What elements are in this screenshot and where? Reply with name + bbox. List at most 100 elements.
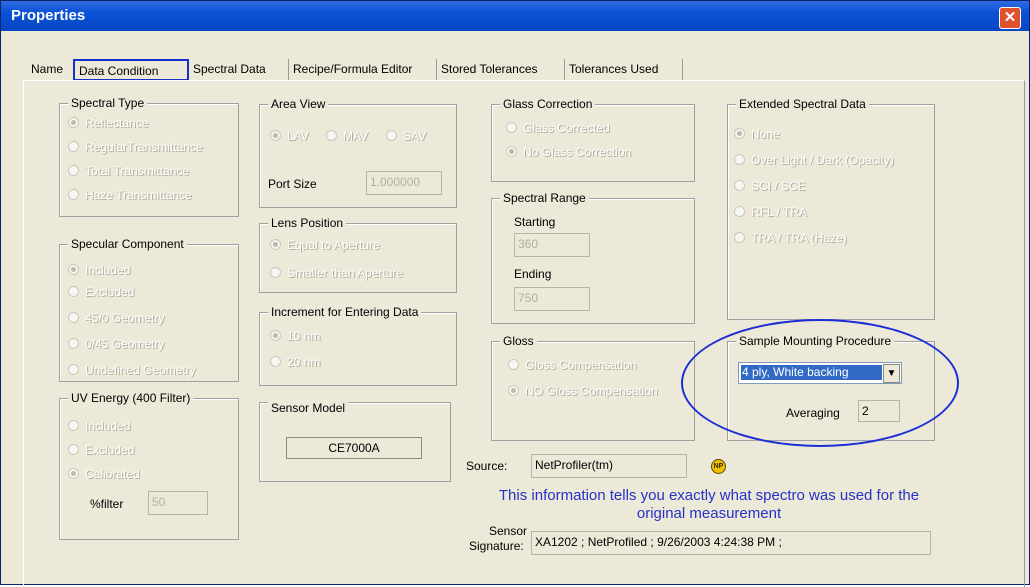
tab-spectral-data[interactable]: Spectral Data <box>189 59 289 81</box>
option-label: SAV <box>403 129 427 143</box>
netprofiler-icon[interactable]: NP <box>711 459 726 474</box>
averaging-input[interactable]: 2 <box>858 400 900 422</box>
option-label: 20 nm <box>287 355 321 369</box>
option-label: TRA / TRA (Haze) <box>751 231 847 245</box>
annotation-note: This information tells you exactly what … <box>498 487 920 522</box>
radio-icon <box>68 444 79 455</box>
glass-correction-group: Glass Correction Glass Corrected No Glas… <box>491 97 695 182</box>
radio-sci-sce[interactable]: SCI / SCE <box>734 179 806 193</box>
increment-group: Increment for Entering Data 10 nm 20 nm <box>259 305 457 386</box>
option-label: Undefined Geometry <box>85 363 196 377</box>
sensor-model-value: CE7000A <box>286 437 422 459</box>
radio-undefined-geometry[interactable]: Undefined Geometry <box>68 363 196 377</box>
radio-icon <box>68 468 79 479</box>
filter-input[interactable]: 50 <box>148 491 208 515</box>
lens-position-title: Lens Position <box>268 216 347 230</box>
radio-icon <box>508 359 519 370</box>
tab-name[interactable]: Name <box>27 59 75 81</box>
signature-label-line1: Sensor <box>488 524 528 538</box>
radio-haze-transmittance[interactable]: Haze Transmittance <box>68 188 192 202</box>
tab-stored-tolerances[interactable]: Stored Tolerances <box>437 59 565 81</box>
radio-0-45-geometry[interactable]: 0/45 Geometry <box>68 337 164 351</box>
radio-uv-included[interactable]: Included <box>68 419 130 433</box>
source-value: NetProfiler(tm) <box>531 454 687 478</box>
option-label: 45/0 Geometry <box>85 311 165 325</box>
radio-uv-excluded[interactable]: Excluded <box>68 443 134 457</box>
radio-icon <box>68 312 79 323</box>
spectral-type-title: Spectral Type <box>68 96 148 110</box>
option-label: Excluded <box>85 285 135 299</box>
radio-smaller-than-aperture[interactable]: Smaller than Aperture <box>270 266 403 280</box>
radio-icon <box>68 117 79 128</box>
radio-no-gloss-compensation[interactable]: NO Gloss Compensation <box>508 384 658 398</box>
mounting-select[interactable]: 4 ply, White backing ▼ <box>738 362 902 384</box>
radio-icon <box>68 420 79 431</box>
radio-sav[interactable]: SAV <box>386 129 426 143</box>
radio-gloss-compensation[interactable]: Gloss Compensation <box>508 358 636 372</box>
gloss-title: Gloss <box>500 334 537 348</box>
radio-equal-to-aperture[interactable]: Equal to Aperture <box>270 238 380 252</box>
radio-tra-tra-haze[interactable]: TRA / TRA (Haze) <box>734 231 847 245</box>
radio-over-light-dark[interactable]: Over Light / Dark (Opacity) <box>734 153 894 167</box>
starting-label: Starting <box>514 215 556 229</box>
option-label: SCI / SCE <box>751 179 806 193</box>
chevron-down-icon[interactable]: ▼ <box>883 364 900 383</box>
title-bar[interactable]: Properties ✕ <box>1 1 1029 31</box>
radio-icon <box>68 165 79 176</box>
radio-icon <box>508 385 519 396</box>
uv-energy-title: UV Energy (400 Filter) <box>68 391 194 405</box>
signature-value: XA1202 ; NetProfiled ; 9/26/2003 4:24:38… <box>531 531 931 555</box>
sensor-model-title: Sensor Model <box>268 401 349 415</box>
signature-label-line2: Signature: <box>469 539 524 553</box>
option-label: No Glass Correction <box>523 145 632 159</box>
radio-specular-included[interactable]: Included <box>68 263 130 277</box>
ending-input[interactable]: 750 <box>514 287 590 311</box>
starting-input[interactable]: 360 <box>514 233 590 257</box>
option-label: Reflectance <box>85 116 149 130</box>
area-view-title: Area View <box>268 97 329 111</box>
option-label: Calibrated <box>85 467 140 481</box>
extended-spectral-group: Extended Spectral Data None Over Light /… <box>727 97 935 320</box>
tab-tolerances-used[interactable]: Tolerances Used <box>565 59 683 81</box>
radio-10-nm[interactable]: 10 nm <box>270 329 320 343</box>
option-label: NO Gloss Compensation <box>525 384 658 398</box>
option-label: Smaller than Aperture <box>287 266 404 280</box>
option-label: Total Transmittance <box>85 164 190 178</box>
option-label: Equal to Aperture <box>287 238 380 252</box>
glass-correction-title: Glass Correction <box>500 97 596 111</box>
option-label: Haze Transmittance <box>85 188 192 202</box>
radio-reflectance[interactable]: Reflectance <box>68 116 148 130</box>
radio-icon <box>68 338 79 349</box>
tab-recipe-formula-editor[interactable]: Recipe/Formula Editor <box>289 59 437 81</box>
radio-none[interactable]: None <box>734 127 780 141</box>
tab-data-condition[interactable]: Data Condition <box>73 59 189 81</box>
spectral-type-group: Spectral Type Reflectance RegularTransmi… <box>59 96 239 217</box>
option-label: MAV <box>343 129 369 143</box>
radio-rfl-tra[interactable]: RFL / TRA <box>734 205 807 219</box>
radio-no-glass-correction[interactable]: No Glass Correction <box>506 145 631 159</box>
sensor-model-group: Sensor Model CE7000A <box>259 401 451 482</box>
radio-45-0-geometry[interactable]: 45/0 Geometry <box>68 311 164 325</box>
radio-icon <box>506 146 517 157</box>
radio-total-transmittance[interactable]: Total Transmittance <box>68 164 189 178</box>
option-label: Included <box>85 419 131 433</box>
radio-regular-transmittance[interactable]: RegularTransmittance <box>68 140 203 154</box>
radio-mav[interactable]: MAV <box>326 129 368 143</box>
radio-glass-corrected[interactable]: Glass Corrected <box>506 121 610 135</box>
radio-icon <box>68 364 79 375</box>
radio-20-nm[interactable]: 20 nm <box>270 355 320 369</box>
radio-lav[interactable]: LAV <box>270 129 309 143</box>
uv-energy-group: UV Energy (400 Filter) Included Excluded… <box>59 391 239 540</box>
increment-title: Increment for Entering Data <box>268 305 422 319</box>
port-size-input[interactable]: 1.000000 <box>366 171 442 195</box>
close-icon[interactable]: ✕ <box>999 7 1021 29</box>
radio-icon <box>734 128 745 139</box>
radio-icon <box>270 356 281 367</box>
gloss-group: Gloss Gloss Compensation NO Gloss Compen… <box>491 334 695 441</box>
sample-mounting-title: Sample Mounting Procedure <box>736 334 895 348</box>
radio-uv-calibrated[interactable]: Calibrated <box>68 467 140 481</box>
radio-icon <box>270 330 281 341</box>
radio-specular-excluded[interactable]: Excluded <box>68 285 134 299</box>
radio-icon <box>506 122 517 133</box>
filter-label: %filter <box>90 497 124 511</box>
